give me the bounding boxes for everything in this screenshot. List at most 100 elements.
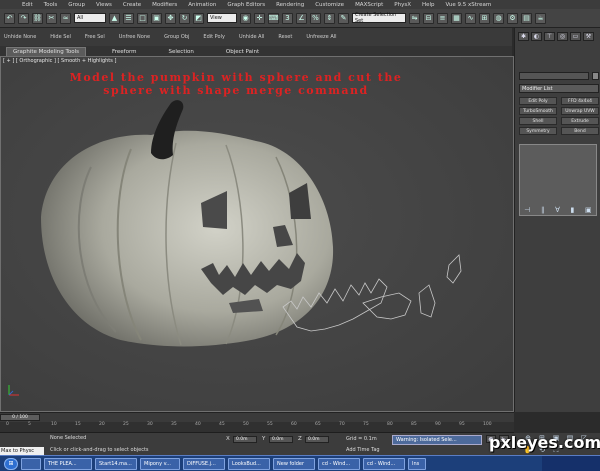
taskbar-item[interactable]: Mipony v... xyxy=(140,457,180,470)
configure-sets-icon[interactable]: ▣ xyxy=(585,206,592,214)
edit-named-sel-icon[interactable]: ✎ xyxy=(338,12,349,24)
menu-edit[interactable]: Edit xyxy=(22,2,33,8)
free-sel-button[interactable]: Free Sel xyxy=(85,34,105,40)
bind-space-warp-icon[interactable]: ≈ xyxy=(60,12,71,24)
tab-object-paint[interactable]: Object Paint xyxy=(220,48,265,56)
start-button[interactable]: ⊞ xyxy=(4,457,18,470)
mirror-icon[interactable]: ⇋ xyxy=(409,12,420,24)
rendered-frame-icon[interactable]: ▤ xyxy=(521,12,532,24)
menu-vue-xstream[interactable]: Vue 9.5 xStream xyxy=(446,2,492,8)
undo-icon[interactable]: ↶ xyxy=(4,12,15,24)
zoom-all-icon[interactable]: ⊞ xyxy=(536,434,548,442)
utilities-tab-icon[interactable]: ⚒ xyxy=(583,32,594,41)
show-end-result-icon[interactable]: ∥ xyxy=(541,206,545,214)
reset-button[interactable]: Reset xyxy=(278,34,292,40)
unhide-all-button[interactable]: Unhide All xyxy=(239,34,264,40)
y-coord-field[interactable]: 0.0m xyxy=(269,436,293,443)
menu-graph-editors[interactable]: Graph Editors xyxy=(227,2,265,8)
modifier-unwrap-uvw-button[interactable]: Unwrap UVW xyxy=(561,107,599,115)
select-by-name-icon[interactable]: ☰ xyxy=(123,12,134,24)
viewport-scene[interactable] xyxy=(1,57,514,412)
pivot-center-icon[interactable]: ◉ xyxy=(240,12,251,24)
play-icon[interactable]: ▶ xyxy=(499,435,509,443)
edit-poly-button[interactable]: Edit Poly xyxy=(203,34,225,40)
modifier-shell-button[interactable]: Shell xyxy=(519,117,557,125)
taskbar-item[interactable]: Start14.ma... xyxy=(95,457,137,470)
menu-create[interactable]: Create xyxy=(123,2,141,8)
z-coord-field[interactable]: 0.0m xyxy=(305,436,329,443)
menu-rendering[interactable]: Rendering xyxy=(276,2,304,8)
taskbar-item[interactable]: cd - Wind... xyxy=(318,457,360,470)
keyboard-shortcut-icon[interactable]: ⌨ xyxy=(268,12,279,24)
select-scale-icon[interactable]: ◩ xyxy=(193,12,204,24)
window-crossing-icon[interactable]: ▣ xyxy=(151,12,162,24)
menu-maxscript[interactable]: MAXScript xyxy=(355,2,383,8)
graphite-toggle-icon[interactable]: ▦ xyxy=(451,12,462,24)
layer-manager-icon[interactable]: ≡ xyxy=(437,12,448,24)
taskbar-item[interactable]: cd - Wind... xyxy=(363,457,405,470)
menu-customize[interactable]: Customize xyxy=(315,2,344,8)
pin-stack-icon[interactable]: ⊣ xyxy=(524,206,530,214)
orbit-icon[interactable]: ⟲ xyxy=(536,446,548,454)
maxscript-listener-input[interactable]: Max to Physc xyxy=(0,447,44,455)
percent-snap-icon[interactable]: % xyxy=(310,12,321,24)
unfree-none-button[interactable]: Unfree None xyxy=(119,34,150,40)
make-unique-icon[interactable]: ∀ xyxy=(555,206,560,214)
unfreeze-all-button[interactable]: Unfreeze All xyxy=(306,34,336,40)
menu-help[interactable]: Help xyxy=(422,2,435,8)
display-tab-icon[interactable]: ▭ xyxy=(570,32,581,41)
taskbar-item[interactable] xyxy=(21,457,41,470)
taskbar-item[interactable]: DIFFUSE.j... xyxy=(183,457,225,470)
object-color-swatch[interactable] xyxy=(592,72,599,80)
taskbar-item[interactable]: Ins xyxy=(408,457,426,470)
named-selection-dropdown[interactable]: Create Selection Set xyxy=(352,12,406,24)
unhide-none-button[interactable]: Unhide None xyxy=(4,34,36,40)
menu-group[interactable]: Group xyxy=(68,2,85,8)
auto-key-icon[interactable]: ● xyxy=(486,435,496,443)
taskbar-item[interactable]: New folder xyxy=(273,457,315,470)
modifier-list-dropdown[interactable]: Modifier List xyxy=(519,84,599,93)
hierarchy-tab-icon[interactable]: ⊤ xyxy=(544,32,555,41)
select-rotate-icon[interactable]: ↻ xyxy=(179,12,190,24)
create-tab-icon[interactable]: ✱ xyxy=(518,32,529,41)
tab-freeform[interactable]: Freeform xyxy=(106,48,143,56)
motion-tab-icon[interactable]: ◎ xyxy=(557,32,568,41)
link-icon[interactable]: ⛓ xyxy=(32,12,43,24)
tab-selection[interactable]: Selection xyxy=(163,48,200,56)
selection-filter-dropdown[interactable]: All xyxy=(74,13,106,23)
unlink-icon[interactable]: ✂ xyxy=(46,12,57,24)
hide-sel-button[interactable]: Hide Sel xyxy=(50,34,71,40)
perspective-viewport[interactable]: [ + ] [ Orthographic ] [ Smooth + Highli… xyxy=(0,56,514,412)
zoom-extents-icon[interactable]: ▣ xyxy=(550,434,562,442)
material-editor-icon[interactable]: ◍ xyxy=(493,12,504,24)
redo-icon[interactable]: ↷ xyxy=(18,12,29,24)
schematic-view-icon[interactable]: ⊞ xyxy=(479,12,490,24)
object-name-field[interactable] xyxy=(519,72,589,80)
taskbar-item[interactable]: LooksBud... xyxy=(228,457,270,470)
viewport-label[interactable]: [ + ] [ Orthographic ] [ Smooth + Highli… xyxy=(3,58,116,64)
modifier-edit-poly-button[interactable]: Edit Poly xyxy=(519,97,557,105)
menu-animation[interactable]: Animation xyxy=(188,2,216,8)
remove-modifier-icon[interactable]: ▮ xyxy=(571,206,575,214)
modify-tab-icon[interactable]: ◐ xyxy=(531,32,542,41)
field-of-view-icon[interactable]: ◸ xyxy=(578,434,590,442)
zoom-icon[interactable]: ⊕ xyxy=(522,434,534,442)
spinner-snap-icon[interactable]: ⇕ xyxy=(324,12,335,24)
add-time-tag-button[interactable]: Add Time Tag xyxy=(346,447,380,453)
system-tray[interactable] xyxy=(542,456,600,471)
group-obj-button[interactable]: Group Obj xyxy=(164,34,189,40)
select-move-icon[interactable]: ✥ xyxy=(165,12,176,24)
select-object-icon[interactable]: ▲ xyxy=(109,12,120,24)
menu-physx[interactable]: PhysX xyxy=(394,2,411,8)
modifier-symmetry-button[interactable]: Symmetry xyxy=(519,127,557,135)
menu-tools[interactable]: Tools xyxy=(44,2,58,8)
modifier-bend-button[interactable]: Bend xyxy=(561,127,599,135)
select-manipulate-icon[interactable]: ✛ xyxy=(254,12,265,24)
tab-graphite-modeling-tools[interactable]: Graphite Modeling Tools xyxy=(6,47,87,56)
menu-views[interactable]: Views xyxy=(96,2,112,8)
curve-editor-icon[interactable]: ∿ xyxy=(465,12,476,24)
align-icon[interactable]: ⊟ xyxy=(423,12,434,24)
render-setup-icon[interactable]: ⚙ xyxy=(507,12,518,24)
rect-selection-icon[interactable]: □ xyxy=(137,12,148,24)
modifier-turbosmooth-button[interactable]: TurboSmooth xyxy=(519,107,557,115)
